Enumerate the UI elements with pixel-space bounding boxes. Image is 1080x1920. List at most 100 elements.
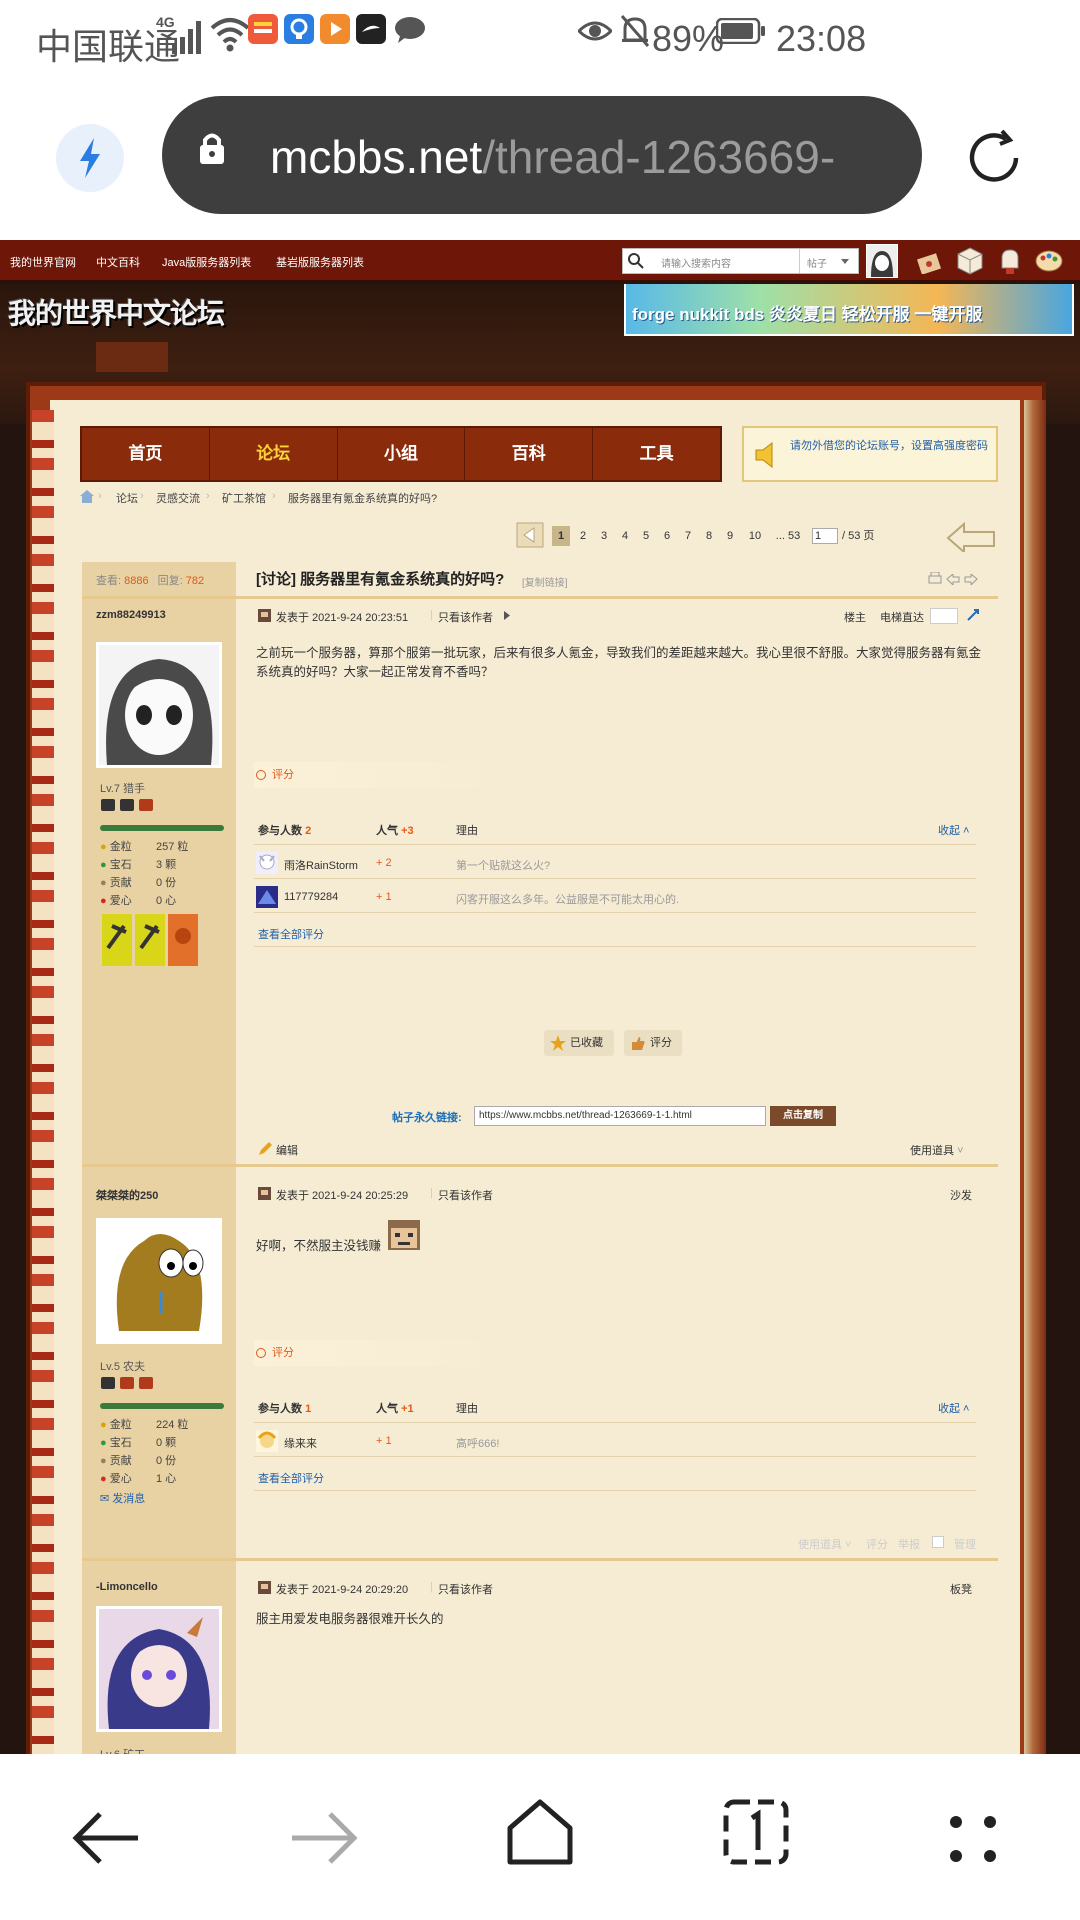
avatar[interactable] xyxy=(96,1218,222,1344)
menu-groups[interactable]: 小组 xyxy=(338,428,466,480)
use-tool-menu[interactable]: 使用道具 ˅ xyxy=(910,1142,964,1158)
nav-link-bedrock-servers[interactable]: 基岩版服务器列表 xyxy=(276,254,364,270)
permalink-input[interactable]: https://www.mcbbs.net/thread-1263669-1-1… xyxy=(474,1106,766,1126)
avatar[interactable] xyxy=(96,642,222,768)
rating-collapse[interactable]: 收起 ˄ xyxy=(938,822,969,838)
page-current[interactable]: 1 xyxy=(552,526,570,546)
post-meta: 发表于 2021-9-24 20:25:29 xyxy=(276,1190,409,1202)
more-menu-icon[interactable] xyxy=(948,1814,998,1864)
rate-link[interactable]: 评分 xyxy=(866,1536,888,1552)
site-search[interactable]: 请输入搜索内容 帖子 xyxy=(622,248,859,274)
home-icon[interactable] xyxy=(80,490,94,503)
page-link[interactable]: 2 xyxy=(576,526,590,546)
print-icon[interactable] xyxy=(928,572,942,585)
view-all-ratings-link[interactable]: 查看全部评分 xyxy=(258,1470,324,1486)
rater-avatar[interactable] xyxy=(256,1430,278,1452)
tabs-icon[interactable] xyxy=(722,1798,790,1866)
menu-forum[interactable]: 论坛 xyxy=(210,428,338,480)
page-link[interactable]: 5 xyxy=(639,526,653,546)
search-icon[interactable] xyxy=(627,252,645,270)
next-thread-icon[interactable] xyxy=(964,574,978,585)
user-rank: Lv.7 猎手 xyxy=(100,783,146,795)
rater-name[interactable]: 缘来来 xyxy=(284,1435,317,1451)
breadcrumb-inspiration[interactable]: 灵感交流 xyxy=(156,490,200,506)
page-jump-input[interactable]: 1 xyxy=(812,528,838,544)
page-link[interactable]: 6 xyxy=(660,526,674,546)
address-bar[interactable]: mcbbs.net/thread-1263669- xyxy=(162,96,922,214)
post-author-name[interactable]: -Limoncello xyxy=(96,1581,158,1593)
page-link[interactable]: 3 xyxy=(597,526,611,546)
post-author-name[interactable]: zzm88249913 xyxy=(96,609,166,621)
main-menu: 首页 论坛 小组 百科 工具 xyxy=(80,426,722,482)
menu-tools[interactable]: 工具 xyxy=(593,428,720,480)
palette-icon[interactable] xyxy=(1034,248,1064,274)
use-tool-menu[interactable]: 使用道具 ˅ xyxy=(798,1536,851,1552)
nav-link-java-servers[interactable]: Java版服务器列表 xyxy=(162,254,251,270)
manage-link[interactable]: 管理 xyxy=(954,1536,976,1552)
page-link[interactable]: 7 xyxy=(681,526,695,546)
rater-name[interactable]: 雨洛RainStorm xyxy=(284,857,358,873)
search-scope[interactable]: 帖子 xyxy=(807,255,827,270)
breadcrumb-teahouse[interactable]: 矿工茶馆 xyxy=(222,490,266,506)
app-icon-black xyxy=(356,14,386,44)
hosting-ad-banner[interactable]: forge nukkit bds 炎炎夏日 轻松开服 一键开服 xyxy=(624,284,1074,336)
lightning-icon[interactable] xyxy=(56,124,124,192)
avatar[interactable] xyxy=(96,1606,222,1732)
menu-home[interactable]: 首页 xyxy=(82,428,210,480)
favorite-button[interactable]: 已收藏 xyxy=(544,1030,614,1056)
send-message-link[interactable]: ✉ 发消息 xyxy=(100,1490,145,1506)
manage-checkbox[interactable] xyxy=(932,1536,944,1548)
page-link[interactable]: 8 xyxy=(702,526,716,546)
rater-avatar[interactable] xyxy=(256,886,278,908)
forward-icon[interactable] xyxy=(288,1808,360,1868)
prev-thread-icon[interactable] xyxy=(946,574,960,585)
password-tip[interactable]: 请勿外借您的论坛账号，设置高强度密码 xyxy=(742,426,998,482)
browser-bottom-bar xyxy=(0,1754,1080,1920)
only-author-link[interactable]: 只看该作者 xyxy=(438,609,493,625)
post-icon xyxy=(258,1581,271,1594)
back-icon[interactable] xyxy=(70,1808,142,1868)
pencil-icon[interactable] xyxy=(258,1142,272,1156)
user-avatar[interactable] xyxy=(866,244,898,278)
menu-wiki[interactable]: 百科 xyxy=(465,428,594,480)
site-top-nav: 我的世界官网 中文百科 Java版服务器列表 基岩版服务器列表 请输入搜索内容 … xyxy=(0,240,1080,282)
breadcrumb-forum[interactable]: 论坛 xyxy=(116,490,138,506)
breadcrumb-thread[interactable]: 服务器里有氪金系统真的好吗? xyxy=(288,490,437,506)
copy-permalink-button[interactable]: 点击复制 xyxy=(770,1106,836,1126)
page-link[interactable]: 9 xyxy=(723,526,737,546)
floor-jump-input[interactable] xyxy=(930,608,958,624)
rater-name[interactable]: 117779284 xyxy=(284,891,338,903)
nav-link-wiki[interactable]: 中文百科 xyxy=(96,254,140,270)
only-author-link[interactable]: 只看该作者 xyxy=(438,1187,493,1203)
view-all-ratings-link[interactable]: 查看全部评分 xyxy=(258,926,324,942)
post-author-name[interactable]: 桀桀桀的250 xyxy=(96,1187,158,1203)
report-link[interactable]: 举报 xyxy=(898,1536,920,1552)
caret-right-icon[interactable] xyxy=(504,611,510,620)
crate-icon[interactable] xyxy=(956,246,984,276)
rater-avatar[interactable] xyxy=(256,852,278,874)
reload-icon[interactable] xyxy=(958,122,1030,194)
post-meta: 发表于 2021-9-24 20:29:20 xyxy=(276,1584,409,1596)
page-link-last[interactable]: ... 53 xyxy=(772,526,804,546)
status-bar: 中国联通 4G 89% 23:08 xyxy=(0,0,1080,76)
gift-icon[interactable] xyxy=(916,250,942,274)
bell-icon[interactable] xyxy=(998,246,1022,276)
emoji-sticker-icon xyxy=(388,1220,420,1250)
medal-icon[interactable] xyxy=(102,914,200,966)
post-divider xyxy=(82,1164,998,1167)
page-link[interactable]: 4 xyxy=(618,526,632,546)
rate-button[interactable]: 评分 xyxy=(624,1030,682,1056)
rating-collapse[interactable]: 收起 ˄ xyxy=(938,1400,969,1416)
chevron-down-icon[interactable] xyxy=(841,259,849,265)
page-link[interactable]: 10 xyxy=(744,526,766,546)
only-author-link[interactable]: 只看该作者 xyxy=(438,1581,493,1597)
edit-link[interactable]: 编辑 xyxy=(276,1142,298,1158)
return-list-icon[interactable] xyxy=(946,520,998,552)
search-input[interactable]: 请输入搜索内容 xyxy=(661,255,731,270)
go-icon[interactable] xyxy=(966,608,980,622)
nav-link-official[interactable]: 我的世界官网 xyxy=(10,254,76,270)
site-logo[interactable]: 我的世界中文论坛 xyxy=(8,292,225,332)
home-icon[interactable] xyxy=(504,1796,576,1868)
back-arrow-icon[interactable] xyxy=(516,520,546,550)
copy-link[interactable]: [复制链接] xyxy=(522,574,568,589)
